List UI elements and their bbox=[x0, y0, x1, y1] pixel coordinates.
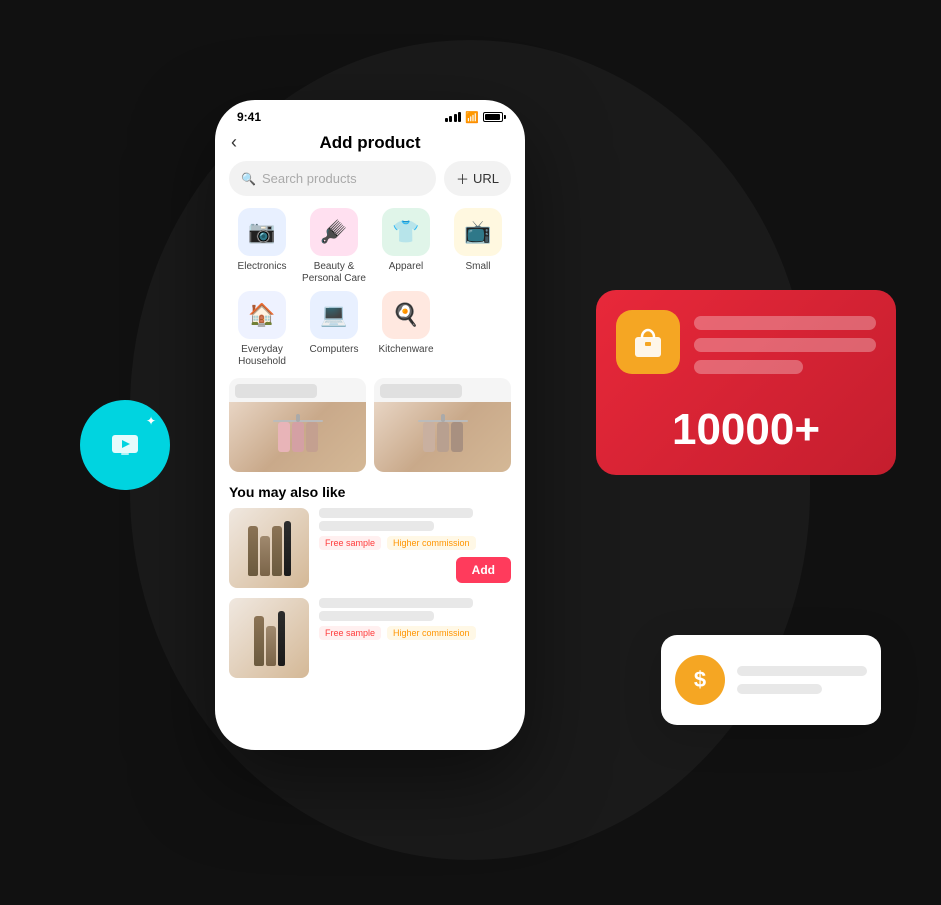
category-apparel-label: Apparel bbox=[389, 261, 423, 273]
add-button-1[interactable]: Add bbox=[456, 557, 511, 583]
status-time: 9:41 bbox=[237, 110, 261, 124]
category-household[interactable]: 🏠 Everyday Household bbox=[229, 291, 295, 368]
product-info-1: Free sample Higher commission Add bbox=[319, 508, 511, 588]
small-icon: 📺 bbox=[454, 208, 502, 256]
bottle-2-2 bbox=[266, 626, 276, 666]
category-beauty[interactable]: 🪮 Beauty & Personal Care bbox=[301, 208, 367, 285]
badge-commission-2: Higher commission bbox=[387, 626, 476, 640]
dollar-symbol: $ bbox=[694, 667, 706, 693]
wifi-icon: 📶 bbox=[465, 111, 479, 124]
search-placeholder-text: Search products bbox=[262, 171, 357, 186]
bottle-4 bbox=[284, 521, 291, 576]
battery-icon bbox=[483, 112, 503, 122]
badge-free-sample-1: Free sample bbox=[319, 536, 381, 550]
phone-frame: 9:41 📶 ‹ Add product 🔍 Search products bbox=[215, 100, 525, 750]
beauty-icon: 🪮 bbox=[310, 208, 358, 256]
product-info-2: Free sample Higher commission bbox=[319, 598, 511, 678]
url-plus-icon: ＋ bbox=[456, 169, 469, 188]
bottle-2 bbox=[260, 536, 270, 576]
category-beauty-label: Beauty & Personal Care bbox=[301, 261, 367, 285]
category-electronics-label: Electronics bbox=[238, 261, 287, 273]
product-thumb-2 bbox=[229, 598, 309, 678]
search-area: 🔍 Search products ＋ URL bbox=[215, 161, 525, 208]
product-thumb-1 bbox=[229, 508, 309, 588]
product-label-bar-1 bbox=[235, 384, 317, 398]
product-preview-card-1[interactable] bbox=[229, 378, 366, 472]
product-title-bar-2 bbox=[319, 598, 473, 608]
household-icon: 🏠 bbox=[238, 291, 286, 339]
search-input[interactable]: 🔍 Search products bbox=[229, 161, 436, 196]
white-card-lines bbox=[737, 666, 867, 694]
tv-circle[interactable]: ✦ bbox=[80, 400, 170, 490]
page-header: ‹ Add product bbox=[215, 128, 525, 161]
product-list-item-2: Free sample Higher commission bbox=[215, 598, 525, 688]
card-text-lines bbox=[694, 316, 876, 374]
badges-2: Free sample Higher commission bbox=[319, 626, 511, 640]
category-computers-label: Computers bbox=[310, 344, 359, 356]
back-button[interactable]: ‹ bbox=[231, 132, 237, 153]
badge-commission-1: Higher commission bbox=[387, 536, 476, 550]
sparkle-icon: ✦ bbox=[146, 414, 156, 428]
tv-inner bbox=[111, 434, 139, 456]
badges-1: Free sample Higher commission bbox=[319, 536, 511, 550]
product-preview-row bbox=[215, 378, 525, 480]
category-small[interactable]: 📺 Small bbox=[445, 208, 511, 285]
card-top-row bbox=[616, 310, 876, 374]
section-title-you-may-like: You may also like bbox=[215, 480, 525, 508]
wc-line-1 bbox=[737, 666, 867, 676]
background-scene: 9:41 📶 ‹ Add product 🔍 Search products bbox=[0, 0, 941, 905]
category-computers[interactable]: 💻 Computers bbox=[301, 291, 367, 368]
url-button[interactable]: ＋ URL bbox=[444, 161, 511, 196]
wc-line-2 bbox=[737, 684, 822, 694]
category-small-label: Small bbox=[465, 261, 490, 273]
tv-icon bbox=[111, 434, 139, 456]
category-kitchenware-label: Kitchenware bbox=[378, 344, 433, 356]
computers-icon: 💻 bbox=[310, 291, 358, 339]
card-line-3 bbox=[694, 360, 803, 374]
floating-card-white: $ bbox=[661, 635, 881, 725]
bottle-1 bbox=[248, 526, 258, 576]
status-bar: 9:41 📶 bbox=[215, 100, 525, 128]
bottle-2-1 bbox=[254, 616, 264, 666]
search-icon: 🔍 bbox=[241, 172, 256, 186]
category-household-label: Everyday Household bbox=[229, 344, 295, 368]
product-image-1 bbox=[229, 402, 366, 472]
badge-free-sample-2: Free sample bbox=[319, 626, 381, 640]
product-list-item-1: Free sample Higher commission Add bbox=[215, 508, 525, 598]
product-title-bar-1 bbox=[319, 508, 473, 518]
card-line-1 bbox=[694, 316, 876, 330]
product-preview-card-2[interactable] bbox=[374, 378, 511, 472]
card-big-number: 10000+ bbox=[616, 405, 876, 455]
dollar-icon: $ bbox=[675, 655, 725, 705]
apparel-icon: 👕 bbox=[382, 208, 430, 256]
category-grid: 📷 Electronics 🪮 Beauty & Personal Care 👕… bbox=[215, 208, 525, 378]
shop-bag-icon bbox=[616, 310, 680, 374]
signal-icon bbox=[445, 112, 462, 122]
url-label: URL bbox=[473, 171, 499, 186]
category-electronics[interactable]: 📷 Electronics bbox=[229, 208, 295, 285]
product-subtitle-bar-2 bbox=[319, 611, 434, 621]
bottle-2-3 bbox=[278, 611, 285, 666]
product-label-bar-2 bbox=[380, 384, 462, 398]
category-kitchenware[interactable]: 🍳 Kitchenware bbox=[373, 291, 439, 368]
bottle-3 bbox=[272, 526, 282, 576]
category-apparel[interactable]: 👕 Apparel bbox=[373, 208, 439, 285]
kitchenware-icon: 🍳 bbox=[382, 291, 430, 339]
card-line-2 bbox=[694, 338, 876, 352]
page-title: Add product bbox=[319, 133, 420, 153]
floating-card-red: 10000+ bbox=[596, 290, 896, 475]
product-subtitle-bar-1 bbox=[319, 521, 434, 531]
product-image-2 bbox=[374, 402, 511, 472]
electronics-icon: 📷 bbox=[238, 208, 286, 256]
